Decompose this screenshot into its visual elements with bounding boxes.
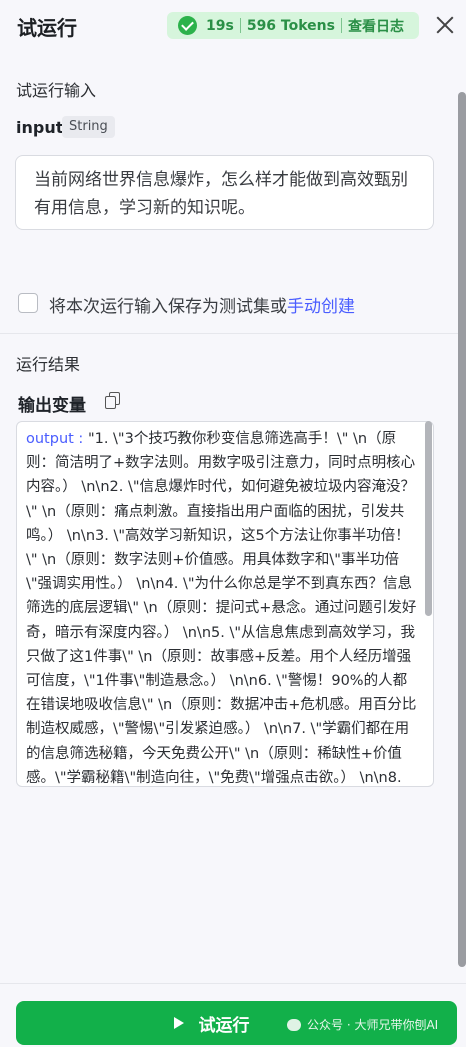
run-button-label: 试运行 — [198, 1015, 250, 1036]
copy-icon[interactable] — [105, 392, 121, 410]
output-value: "1. \"3个技巧教你秒变信息筛选高手！\" \n（原则：简洁明了+数字法则。… — [26, 431, 417, 786]
result-section-title: 运行结果 — [16, 355, 81, 374]
input-field-name: input — [16, 118, 64, 137]
token-count: 596 Tokens — [246, 17, 335, 34]
section-divider — [0, 333, 458, 334]
output-result-text: output : "1. \"3个技巧教你秒变信息筛选高手！\" \n（原则：简… — [17, 422, 433, 786]
wechat-icon — [287, 1018, 301, 1031]
status-divider — [340, 18, 342, 33]
output-variable-label: 输出变量 — [18, 396, 86, 416]
footer-divider — [0, 983, 466, 984]
manual-create-link[interactable]: 手动创建 — [287, 297, 355, 317]
panel-scrollbar[interactable] — [458, 92, 466, 967]
run-time: 19s — [206, 17, 234, 34]
input-textarea[interactable]: 当前网络世界信息爆炸，怎么样才能做到高效甄别有用信息，学习新的知识呢。 — [15, 155, 434, 230]
header: 试运行 19s 596 Tokens 查看日志 — [0, 0, 466, 52]
save-testset-text: 将本次运行输入保存为测试集或 — [49, 297, 287, 317]
status-divider — [239, 18, 241, 33]
output-result-box[interactable]: output : "1. \"3个技巧教你秒变信息筛选高手！\" \n（原则：简… — [16, 421, 434, 787]
output-key: output : — [26, 431, 84, 447]
save-testset-label: 将本次运行输入保存为测试集或手动创建 — [49, 292, 355, 317]
page-title: 试运行 — [17, 16, 77, 40]
play-icon — [173, 1017, 184, 1029]
input-type-tag: String — [62, 116, 115, 138]
check-circle-icon — [178, 16, 197, 35]
copy-icon-front — [105, 396, 116, 409]
watermark: 公众号 · 大师兄带你刨AI — [287, 1016, 438, 1033]
save-testset-checkbox[interactable] — [18, 293, 38, 313]
close-icon[interactable] — [434, 14, 456, 36]
run-status-badge: 19s 596 Tokens 查看日志 — [167, 12, 419, 39]
result-scrollbar[interactable] — [425, 421, 432, 616]
view-log-link[interactable]: 查看日志 — [348, 16, 404, 36]
input-section-title: 试运行输入 — [16, 81, 97, 100]
watermark-text: 公众号 · 大师兄带你刨AI — [307, 1018, 439, 1032]
